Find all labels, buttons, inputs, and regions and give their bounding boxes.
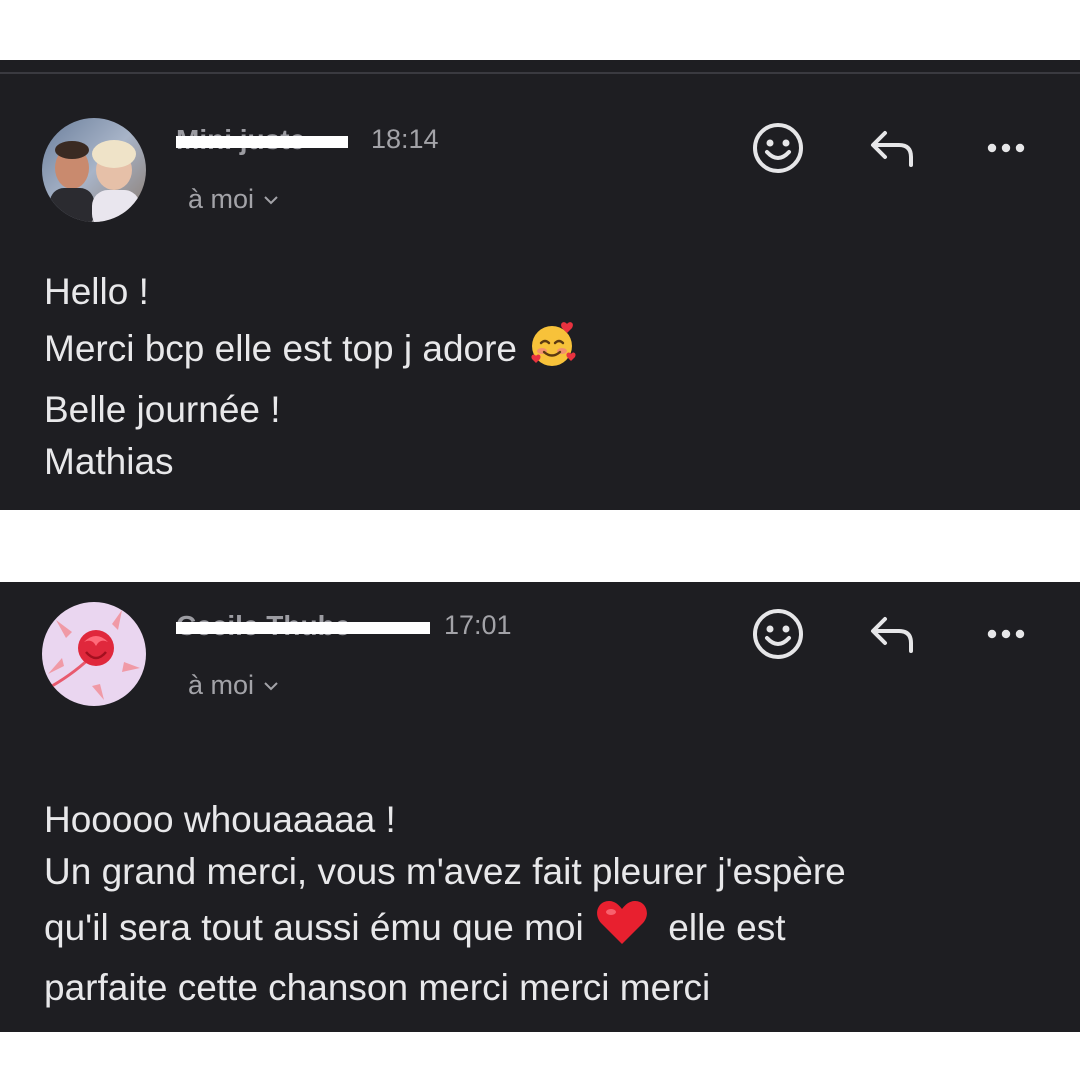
chevron-down-icon [264, 675, 278, 696]
timestamp: 18:14 [371, 124, 439, 154]
more-options-button[interactable] [978, 120, 1034, 176]
message-line: Hooooo whouaaaaa ! [44, 799, 396, 840]
recipient-label: à moi [188, 184, 255, 214]
avatar-photo [42, 118, 146, 222]
more-options-icon [987, 629, 1025, 639]
message-body: Hooooo whouaaaaa ! Un grand merci, vous … [44, 794, 846, 1014]
divider [0, 60, 1080, 74]
smiling-face-with-hearts-icon [527, 318, 579, 384]
recipient-dropdown[interactable]: à moi [188, 670, 278, 701]
timestamp: 17:01 [444, 610, 512, 640]
flower-avatar-icon [42, 602, 146, 706]
reply-button[interactable] [864, 120, 920, 176]
message-line: qu'il sera tout aussi ému que moi elle e… [44, 898, 846, 962]
more-options-button[interactable] [978, 606, 1034, 662]
message-line: Belle journée ! [44, 389, 281, 430]
reply-icon [871, 617, 913, 653]
redaction-bar [176, 136, 348, 148]
sender-name[interactable]: Mini juste [176, 124, 348, 156]
avatar[interactable] [42, 118, 146, 222]
recipient-label: à moi [188, 670, 255, 700]
recipient-dropdown[interactable]: à moi [188, 184, 278, 215]
email-message-1: Mini juste 18:14 à moi Hello ! Merci [0, 60, 1080, 510]
red-heart-icon [594, 898, 650, 962]
chevron-down-icon [264, 189, 278, 210]
emoji-reaction-icon [753, 123, 803, 173]
message-body: Hello ! Merci bcp elle est top j adore B… [44, 266, 579, 488]
redaction-bar [176, 622, 430, 634]
email-message-2: Cecile Thube 17:01 à moi Hooooo whouaaaa… [0, 582, 1080, 1032]
reply-icon [871, 131, 913, 167]
emoji-reaction-button[interactable] [750, 120, 806, 176]
reply-button[interactable] [864, 606, 920, 662]
emoji-reaction-icon [753, 609, 803, 659]
message-line: Un grand merci, vous m'avez fait pleurer… [44, 851, 846, 892]
sender-name[interactable]: Cecile Thube [176, 610, 430, 642]
message-line: parfaite cette chanson merci merci merci [44, 967, 711, 1008]
avatar[interactable] [42, 602, 146, 706]
more-options-icon [987, 143, 1025, 153]
message-line: Hello ! [44, 271, 149, 312]
message-line: Mathias [44, 441, 174, 482]
emoji-reaction-button[interactable] [750, 606, 806, 662]
message-line: Merci bcp elle est top j adore [44, 318, 579, 384]
